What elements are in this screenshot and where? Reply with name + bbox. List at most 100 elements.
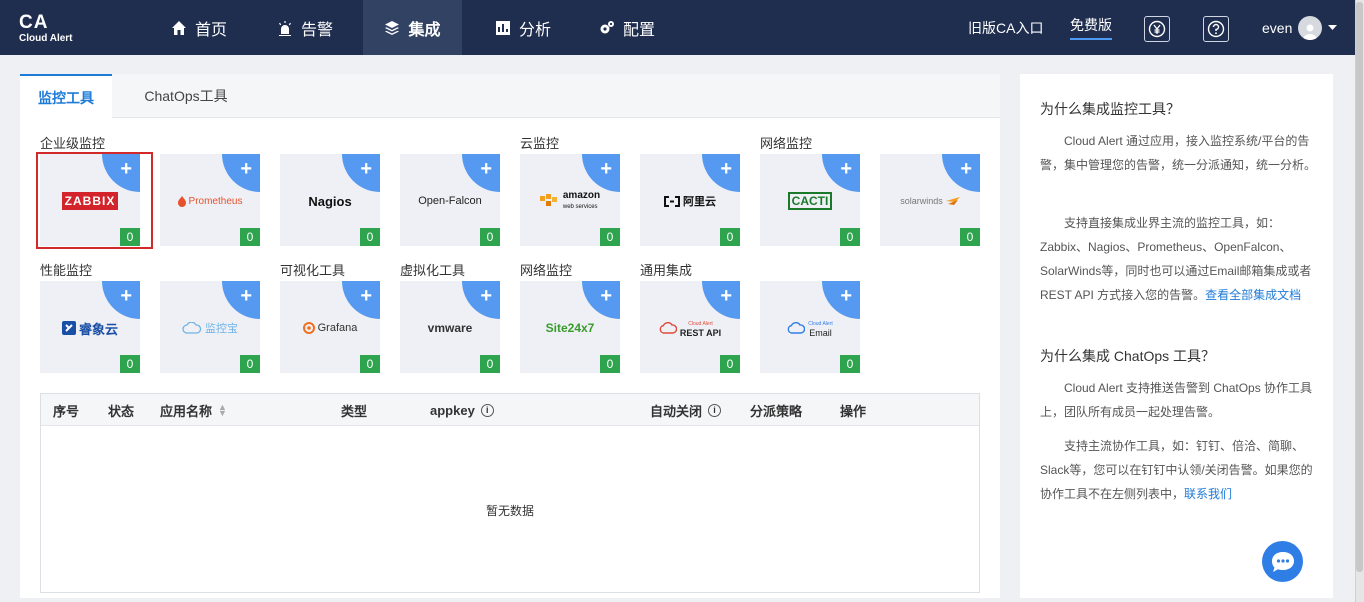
- grafana-swirl-icon: [302, 322, 315, 334]
- nav-home-label: 首页: [194, 21, 227, 39]
- apps-table: 序号 状态 应用名称 ▲ ▼ 类型 appkey i 自动关闭 i 分派策略 操作…: [40, 393, 980, 593]
- count-badge: 0: [240, 355, 260, 373]
- count-badge: 0: [480, 228, 500, 246]
- chatops-tools-body: 支持主流协作工具，如：钉钉、倍洽、简聊、Slack等，您可以在钉钉中认领/关闭告…: [1040, 439, 1313, 501]
- count-badge: 0: [360, 228, 380, 246]
- question-icon: [1207, 20, 1225, 38]
- nav-home[interactable]: 首页: [156, 0, 242, 55]
- free-plan-label: 免费版: [1070, 15, 1112, 40]
- cacti-logo: CACTI: [787, 192, 833, 210]
- add-icon[interactable]: +: [240, 285, 252, 307]
- ruixiang-mark-icon: [61, 321, 76, 335]
- info-panel: 为什么集成监控工具？ Cloud Alert 通过应用，接入监控系统/平台的告警…: [1020, 74, 1333, 598]
- col-dispatch: 分派策略: [750, 403, 803, 419]
- main-panel: 监控工具 ChatOps工具 企业级监控 云监控 网络监控 性能监控 可视化工具…: [20, 74, 1000, 598]
- tile-vmware[interactable]: + vmware 0: [400, 281, 500, 373]
- tile-open-falcon[interactable]: + Open-Falcon 0: [400, 154, 500, 246]
- tab-monitoring-tools[interactable]: 监控工具: [20, 74, 112, 119]
- avatar: [1298, 15, 1323, 40]
- open-falcon-logo: Open-Falcon: [418, 195, 482, 207]
- add-icon[interactable]: +: [720, 158, 732, 180]
- add-icon[interactable]: +: [360, 158, 372, 180]
- info-icon[interactable]: i: [480, 403, 494, 417]
- yuan-button[interactable]: [1144, 16, 1170, 42]
- nav-integrations-label: 集成: [408, 21, 441, 39]
- col-status: 状态: [108, 403, 135, 419]
- vmware-logo: vmware: [427, 321, 473, 335]
- tile-cacti[interactable]: + CACTI 0: [760, 154, 860, 246]
- contact-us-link[interactable]: 联系我们: [1184, 487, 1232, 501]
- count-badge: 0: [720, 355, 740, 373]
- top-nav: CA Cloud Alert 首页 告警 集成 分析 配置 旧版CA入口 免费版…: [0, 0, 1364, 55]
- add-icon[interactable]: +: [480, 158, 492, 180]
- solarwinds-sun-icon: [945, 197, 960, 205]
- tile-amazon[interactable]: + amazon web services 0: [520, 154, 620, 246]
- add-icon[interactable]: +: [840, 285, 852, 307]
- chat-button[interactable]: [1262, 541, 1303, 582]
- page-scrollbar[interactable]: [1355, 0, 1364, 602]
- tile-ruixiang[interactable]: + 睿象云 0: [40, 281, 140, 373]
- tile-nagios[interactable]: + Nagios 0: [280, 154, 380, 246]
- logo-subtitle: Cloud Alert: [19, 33, 73, 44]
- chat-bubble-icon: [1271, 551, 1294, 572]
- tile-email[interactable]: + Cloud Alert Email 0: [760, 281, 860, 373]
- add-icon[interactable]: +: [720, 285, 732, 307]
- section-visualization: 可视化工具: [280, 263, 346, 278]
- add-icon[interactable]: +: [600, 158, 612, 180]
- section-cloud: 云监控: [520, 136, 560, 151]
- sort-icon[interactable]: ▲ ▼: [218, 403, 227, 418]
- tile-jiankongbao[interactable]: + 监控宝 0: [160, 281, 260, 373]
- add-icon[interactable]: +: [240, 158, 252, 180]
- email-logo-top: Cloud Alert: [808, 321, 833, 327]
- count-badge: 0: [600, 355, 620, 373]
- tile-rest-api[interactable]: + Cloud Alert REST API 0: [640, 281, 740, 373]
- email-logo: Cloud Alert Email: [808, 318, 832, 338]
- add-icon[interactable]: +: [120, 158, 132, 180]
- why-monitoring-text: Cloud Alert 通过应用，接入监控系统/平台的告警，集中管理您的告警，统…: [1040, 134, 1317, 172]
- amazon-logo-top: amazon: [562, 189, 601, 201]
- user-menu[interactable]: even: [1262, 0, 1338, 55]
- col-actions: 操作: [840, 403, 867, 419]
- add-icon[interactable]: +: [840, 158, 852, 180]
- rest-api-logo-bottom: REST API: [679, 328, 722, 338]
- legacy-link[interactable]: 旧版CA入口: [968, 0, 1043, 55]
- logo[interactable]: CA Cloud Alert: [19, 13, 73, 45]
- supported-tools-text: 支持直接集成业界主流的监控工具，如：Zabbix、Nagios、Promethe…: [1040, 211, 1320, 307]
- add-icon[interactable]: +: [480, 285, 492, 307]
- aliyun-bracket-icon: [664, 195, 680, 207]
- all-docs-link[interactable]: 查看全部集成文档: [1205, 288, 1301, 302]
- nav-alerts[interactable]: 告警: [262, 0, 348, 55]
- scrollbar-thumb[interactable]: [1356, 2, 1363, 572]
- grafana-logo: Grafana: [317, 322, 358, 334]
- tab-chatops-tools[interactable]: ChatOps工具: [130, 74, 242, 118]
- tile-prometheus[interactable]: + Prometheus 0: [160, 154, 260, 246]
- info-icon[interactable]: i: [708, 403, 722, 417]
- add-icon[interactable]: +: [600, 285, 612, 307]
- table-header: 序号 状态 应用名称 ▲ ▼ 类型 appkey i 自动关闭 i 分派策略 操作: [41, 394, 979, 426]
- tile-solarwinds[interactable]: + solarwinds 0: [880, 154, 980, 246]
- col-app-name[interactable]: 应用名称 ▲ ▼: [160, 394, 227, 426]
- nav-integrations[interactable]: 集成: [363, 0, 462, 55]
- tile-zabbix[interactable]: + ZABBIX 0: [40, 154, 140, 246]
- add-icon[interactable]: +: [360, 285, 372, 307]
- col-appkey-label: appkey: [430, 402, 475, 418]
- add-icon[interactable]: +: [120, 285, 132, 307]
- user-icon: [1303, 24, 1318, 40]
- nav-analysis[interactable]: 分析: [480, 0, 566, 55]
- help-button[interactable]: [1203, 16, 1229, 42]
- home-icon: [171, 20, 186, 35]
- section-virtualization: 虚拟化工具: [400, 263, 466, 278]
- yuan-icon: [1148, 20, 1166, 38]
- solarwinds-logo: solarwinds: [900, 196, 943, 206]
- add-icon[interactable]: +: [960, 158, 972, 180]
- alarm-icon: [278, 20, 291, 36]
- tile-aliyun[interactable]: + 阿里云 0: [640, 154, 740, 246]
- col-index: 序号: [53, 403, 80, 419]
- free-plan-link[interactable]: 免费版: [1070, 0, 1112, 55]
- why-chatops-text: Cloud Alert 支持推送告警到 ChatOps 协作工具上，团队所有成员…: [1040, 381, 1313, 419]
- nav-analysis-label: 分析: [518, 21, 551, 39]
- section-network-2: 网络监控: [520, 263, 573, 278]
- tile-site24x7[interactable]: + Site24x7 0: [520, 281, 620, 373]
- tile-grafana[interactable]: + Grafana 0: [280, 281, 380, 373]
- nav-settings[interactable]: 配置: [584, 0, 670, 55]
